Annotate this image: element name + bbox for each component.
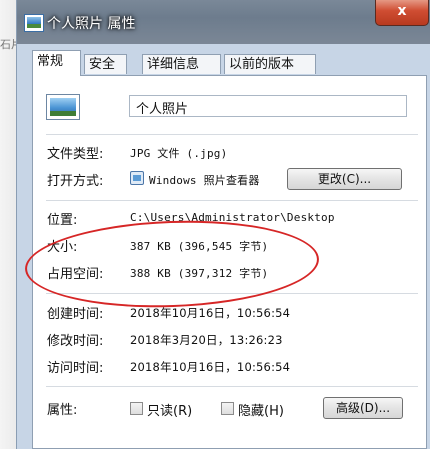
tab-general[interactable]: 常规 [32, 50, 81, 76]
divider [46, 134, 418, 135]
open-with-value: Windows 照片查看器 [149, 174, 260, 187]
change-button[interactable]: 更改(C)... [287, 168, 402, 190]
divider [46, 293, 418, 294]
readonly-checkbox[interactable] [130, 402, 143, 415]
accessed-label: 访问时间: [47, 361, 104, 376]
modified-value: 2018年3月20日，13:26:23 [130, 333, 283, 347]
general-panel: 个人照片 文件类型: JPG 文件 (.jpg) 打开方式: Windows 照… [23, 75, 427, 449]
open-with-label: 打开方式: [47, 174, 104, 189]
image-file-icon [24, 14, 44, 32]
advanced-button[interactable]: 高级(D)... [323, 397, 403, 419]
close-button[interactable]: x [375, 0, 429, 26]
location-value: C:\Users\Administrator\Desktop [130, 211, 335, 224]
readonly-label[interactable]: 只读(R) [147, 400, 192, 419]
tab-security[interactable]: 安全 [84, 54, 127, 74]
hidden-checkbox[interactable] [221, 402, 234, 415]
image-file-icon [46, 94, 80, 120]
file-type-value: JPG 文件 (.jpg) [130, 147, 228, 160]
modified-label: 修改时间: [47, 334, 104, 349]
attributes-label: 属性: [47, 403, 78, 418]
size-value: 387 KB (396,545 字节) [130, 240, 269, 253]
accessed-value: 2018年10月16日，10:56:54 [130, 360, 291, 374]
size-label: 大小: [47, 240, 78, 255]
hidden-label[interactable]: 隐藏(H) [238, 400, 284, 419]
properties-window: 个人照片 属性 x 常规 安全 详细信息 以前的版本 个人照片 文件类型: JP… [16, 0, 430, 449]
window-title: 个人照片 属性 [47, 16, 136, 32]
created-label: 创建时间: [47, 307, 104, 322]
created-value: 2018年10月16日，10:56:54 [130, 306, 291, 320]
tab-previous-versions[interactable]: 以前的版本 [224, 54, 316, 74]
location-label: 位置: [47, 213, 78, 228]
photo-viewer-icon [130, 171, 144, 185]
size-on-disk-value: 388 KB (397,312 字节) [130, 267, 269, 280]
title-bar[interactable]: 个人照片 属性 x [17, 0, 430, 44]
tab-details[interactable]: 详细信息 [142, 54, 221, 74]
file-name-input[interactable]: 个人照片 [129, 95, 407, 117]
divider [46, 386, 418, 387]
size-on-disk-label: 占用空间: [47, 267, 104, 282]
file-type-label: 文件类型: [47, 147, 104, 162]
divider [46, 200, 418, 201]
